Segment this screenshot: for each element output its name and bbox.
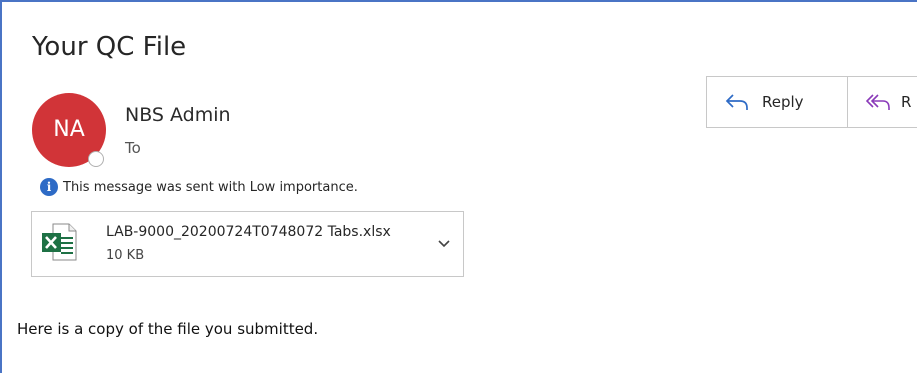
attachment-card[interactable]: LAB-9000_20200724T0748072 Tabs.xlsx 10 K…: [31, 211, 464, 277]
reply-icon: [725, 94, 748, 110]
chevron-down-icon[interactable]: [437, 239, 451, 249]
info-icon: i: [40, 178, 58, 196]
reply-all-icon: [866, 94, 890, 110]
attachment-file-size: 10 KB: [106, 248, 145, 263]
reply-all-button[interactable]: R: [848, 77, 917, 127]
reply-all-label: R: [901, 93, 912, 111]
reply-toolbar: Reply R: [706, 76, 917, 128]
message-subject: Your QC File: [32, 32, 187, 62]
sender-name[interactable]: NBS Admin: [125, 104, 231, 126]
excel-file-icon: [42, 223, 77, 261]
reply-label: Reply: [762, 93, 804, 111]
recipient-to-label: To: [125, 139, 141, 157]
reply-button[interactable]: Reply: [707, 77, 848, 127]
importance-notice: i This message was sent with Low importa…: [40, 178, 358, 196]
message-body: Here is a copy of the file you submitted…: [17, 320, 319, 338]
attachment-file-name: LAB-9000_20200724T0748072 Tabs.xlsx: [106, 224, 391, 240]
importance-text: This message was sent with Low importanc…: [63, 179, 358, 195]
presence-status-icon: [88, 151, 104, 167]
